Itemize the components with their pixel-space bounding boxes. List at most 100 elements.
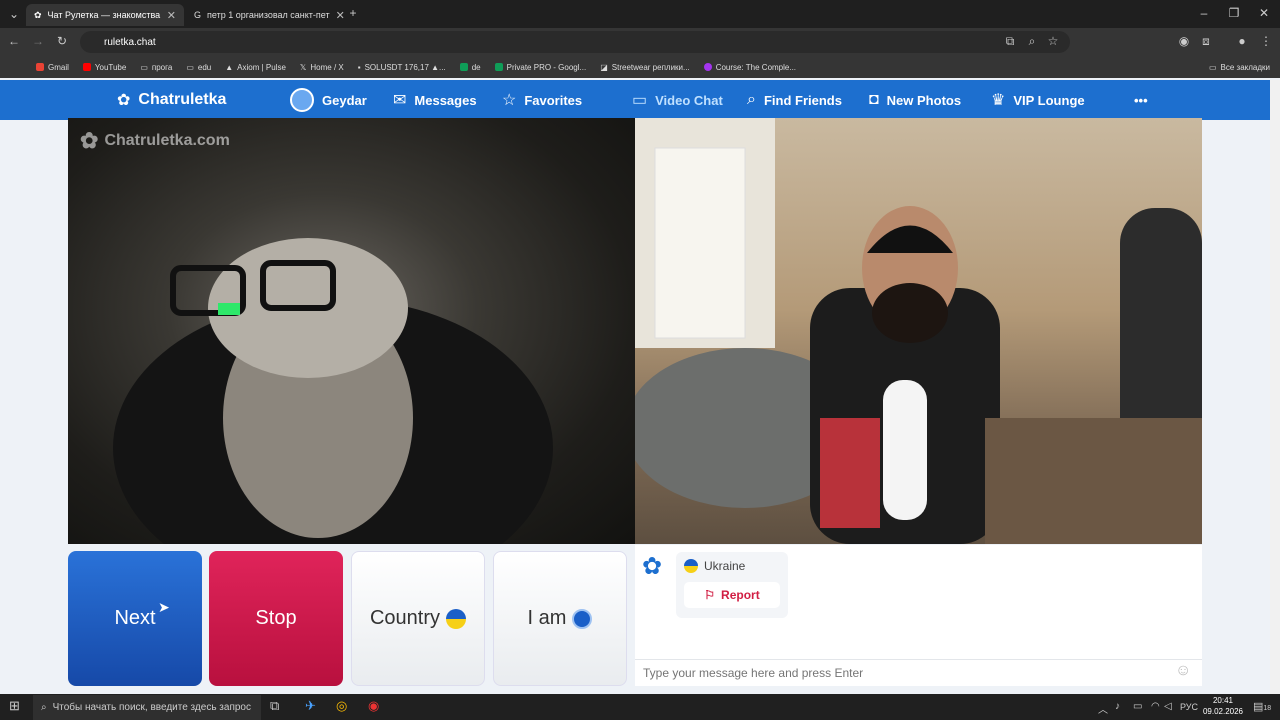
google-favicon-icon: G xyxy=(194,10,202,20)
chrome-icon[interactable]: ◎ xyxy=(336,698,347,714)
minimize-icon[interactable]: – xyxy=(1196,6,1212,20)
tray-chevron-icon[interactable]: ︿ xyxy=(1098,701,1108,716)
extension-icon[interactable]: ◉ xyxy=(1176,34,1192,48)
close-tab-icon[interactable]: ✕ xyxy=(336,9,344,22)
site-logo[interactable]: ✿ Chatruletka xyxy=(117,80,226,120)
tab-petr[interactable]: G петр 1 организовал санкт-пет ✕ xyxy=(186,4,344,26)
reload-icon[interactable]: ↻ xyxy=(54,34,70,48)
nav-favorites[interactable]: ☆ Favorites xyxy=(502,80,582,120)
language-indicator[interactable]: РУС xyxy=(1180,702,1198,712)
telegram-icon[interactable]: ✈ xyxy=(305,698,316,714)
sheets-icon xyxy=(459,63,468,71)
axiom-icon: ▲ xyxy=(225,62,234,72)
bookmark-youtube[interactable]: YouTube xyxy=(82,63,126,72)
nav-find-friends[interactable]: ⌕ Find Friends xyxy=(747,80,842,120)
udemy-icon xyxy=(703,63,712,71)
link-icon: ◪ xyxy=(600,62,608,72)
windows-start-icon[interactable]: ⊞ xyxy=(9,698,20,714)
self-video xyxy=(625,118,1202,544)
network-tray-icon[interactable]: ▭ xyxy=(1133,701,1142,712)
tab-list-icon[interactable]: ⌄ xyxy=(6,7,22,21)
self-video-figure xyxy=(625,118,1202,544)
partner-video xyxy=(68,118,635,598)
bookmark-star-icon[interactable]: ☆ xyxy=(1045,34,1061,48)
address-url: ruletka.chat xyxy=(104,36,156,48)
nav-profile[interactable]: Geydar xyxy=(290,80,367,120)
mouse-cursor-icon: ➤ xyxy=(158,599,170,615)
close-window-icon[interactable]: ✕ xyxy=(1256,6,1272,20)
country-button[interactable]: Country xyxy=(351,551,485,686)
bookmark-x[interactable]: 𝕏 Home / X xyxy=(300,63,344,72)
report-button[interactable]: ⚐ Report xyxy=(684,582,780,608)
taskbar-search[interactable]: ⌕ Чтобы начать поиск, введите здесь запр… xyxy=(33,695,261,720)
video-camera-icon: ▭ xyxy=(632,92,648,109)
nav-new-photos[interactable]: ◘ New Photos xyxy=(869,80,961,120)
bookmark-streetwear[interactable]: ◪ Streetwear реплики... xyxy=(600,63,689,72)
bookmarks-bar: Gmail YouTube ▭ прога ▭ edu ▲ Axiom | Pulse… xyxy=(0,56,1280,78)
back-icon[interactable]: ← xyxy=(6,34,22,48)
folder-icon: ▭ xyxy=(186,62,194,72)
nav-video-chat[interactable]: ▭ Video Chat xyxy=(632,80,723,120)
partner-video-figure xyxy=(113,238,553,598)
chatruletka-favicon-icon: ✿ xyxy=(34,9,42,20)
menu-icon[interactable]: ⋮ xyxy=(1258,34,1274,48)
address-bar[interactable]: ruletka.chat xyxy=(80,31,1070,53)
zoom-icon[interactable]: ⌕ xyxy=(1024,34,1040,49)
nav-messages[interactable]: ✉ Messages xyxy=(393,80,477,120)
partner-country: Ukraine xyxy=(684,559,745,573)
restore-icon[interactable]: ❐ xyxy=(1226,6,1242,20)
crown-icon: ♛ xyxy=(991,92,1006,109)
nav-vip-lounge[interactable]: ♛ VIP Lounge xyxy=(991,80,1085,120)
profile-icon[interactable]: ● xyxy=(1234,34,1250,48)
i-am-button[interactable]: I am xyxy=(493,551,627,686)
new-tab-icon[interactable]: + xyxy=(345,6,361,20)
close-tab-icon[interactable]: ✕ xyxy=(167,9,176,22)
folder-icon: ▭ xyxy=(1208,62,1217,72)
volume-icon[interactable]: ◁ xyxy=(1164,701,1172,712)
chatruletka-logo-icon: ✿ xyxy=(117,92,131,109)
sheets-icon xyxy=(494,63,503,71)
gmail-icon xyxy=(36,63,44,71)
bookmark-private-pro[interactable]: Private PRO - Googl... xyxy=(494,63,586,72)
site-watermark: ✿ Chatruletka.com xyxy=(80,128,230,153)
youtube-icon xyxy=(82,63,91,71)
browser-tab-bar: ⌄ ✿ Чат Рулетка — знакомства ✕ G петр 1 … xyxy=(0,0,1280,28)
all-bookmarks[interactable]: ▭ Все закладки xyxy=(1209,63,1280,72)
more-icon: ••• xyxy=(1134,92,1148,108)
task-view-icon[interactable]: ⧉ xyxy=(270,698,279,714)
puzzle-icon[interactable]: ⧈ xyxy=(1198,34,1214,49)
stop-button[interactable]: Stop xyxy=(209,551,343,686)
user-gender-icon xyxy=(572,608,593,629)
search-icon: ⌕ xyxy=(41,702,47,713)
bookmark-folder[interactable]: ▭ edu xyxy=(186,63,211,72)
message-input[interactable] xyxy=(643,664,1163,682)
emoji-icon[interactable]: ☺ xyxy=(1175,662,1191,680)
chatruletka-logo-icon: ✿ xyxy=(642,553,663,580)
flag-icon: ⚐ xyxy=(704,588,716,602)
bookmark-de[interactable]: de xyxy=(459,63,481,72)
tab-chatruletka[interactable]: ✿ Чат Рулетка — знакомства ✕ xyxy=(26,4,184,26)
envelope-icon: ✉ xyxy=(393,92,407,109)
avatar xyxy=(290,88,314,112)
star-icon: ☆ xyxy=(502,92,517,109)
bookmark-axiom[interactable]: ▲ Axiom | Pulse xyxy=(225,63,286,72)
nav-more[interactable]: ••• xyxy=(1134,80,1148,120)
x-icon: 𝕏 xyxy=(299,62,307,72)
next-button[interactable]: Next xyxy=(68,551,202,686)
ukraine-flag-icon xyxy=(684,559,698,573)
bookmark-course[interactable]: Course: The Comple... xyxy=(703,63,796,72)
ukraine-flag-icon xyxy=(446,608,467,629)
microphone-icon[interactable]: ♪ xyxy=(1115,701,1120,712)
notifications-icon[interactable]: ▤18 xyxy=(1253,700,1271,713)
bookmark-folder[interactable]: ▭ прога xyxy=(140,63,172,72)
forward-icon[interactable]: → xyxy=(30,34,46,48)
app-icon[interactable]: ◉ xyxy=(368,698,379,714)
search-icon: ⌕ xyxy=(747,91,756,108)
chatruletka-logo-icon: ✿ xyxy=(80,128,99,153)
taskbar-clock[interactable]: 20:41 09.02.2026 xyxy=(1200,695,1246,717)
page-scrollbar[interactable] xyxy=(1270,80,1280,694)
bookmark-solusdt[interactable]: ▪ SOLUSDT 176,17 ▲... xyxy=(358,63,446,72)
bookmark-gmail[interactable]: Gmail xyxy=(36,63,69,72)
wifi-icon[interactable]: ◠ xyxy=(1151,701,1160,712)
translate-icon[interactable]: ⧉ xyxy=(1002,34,1018,49)
